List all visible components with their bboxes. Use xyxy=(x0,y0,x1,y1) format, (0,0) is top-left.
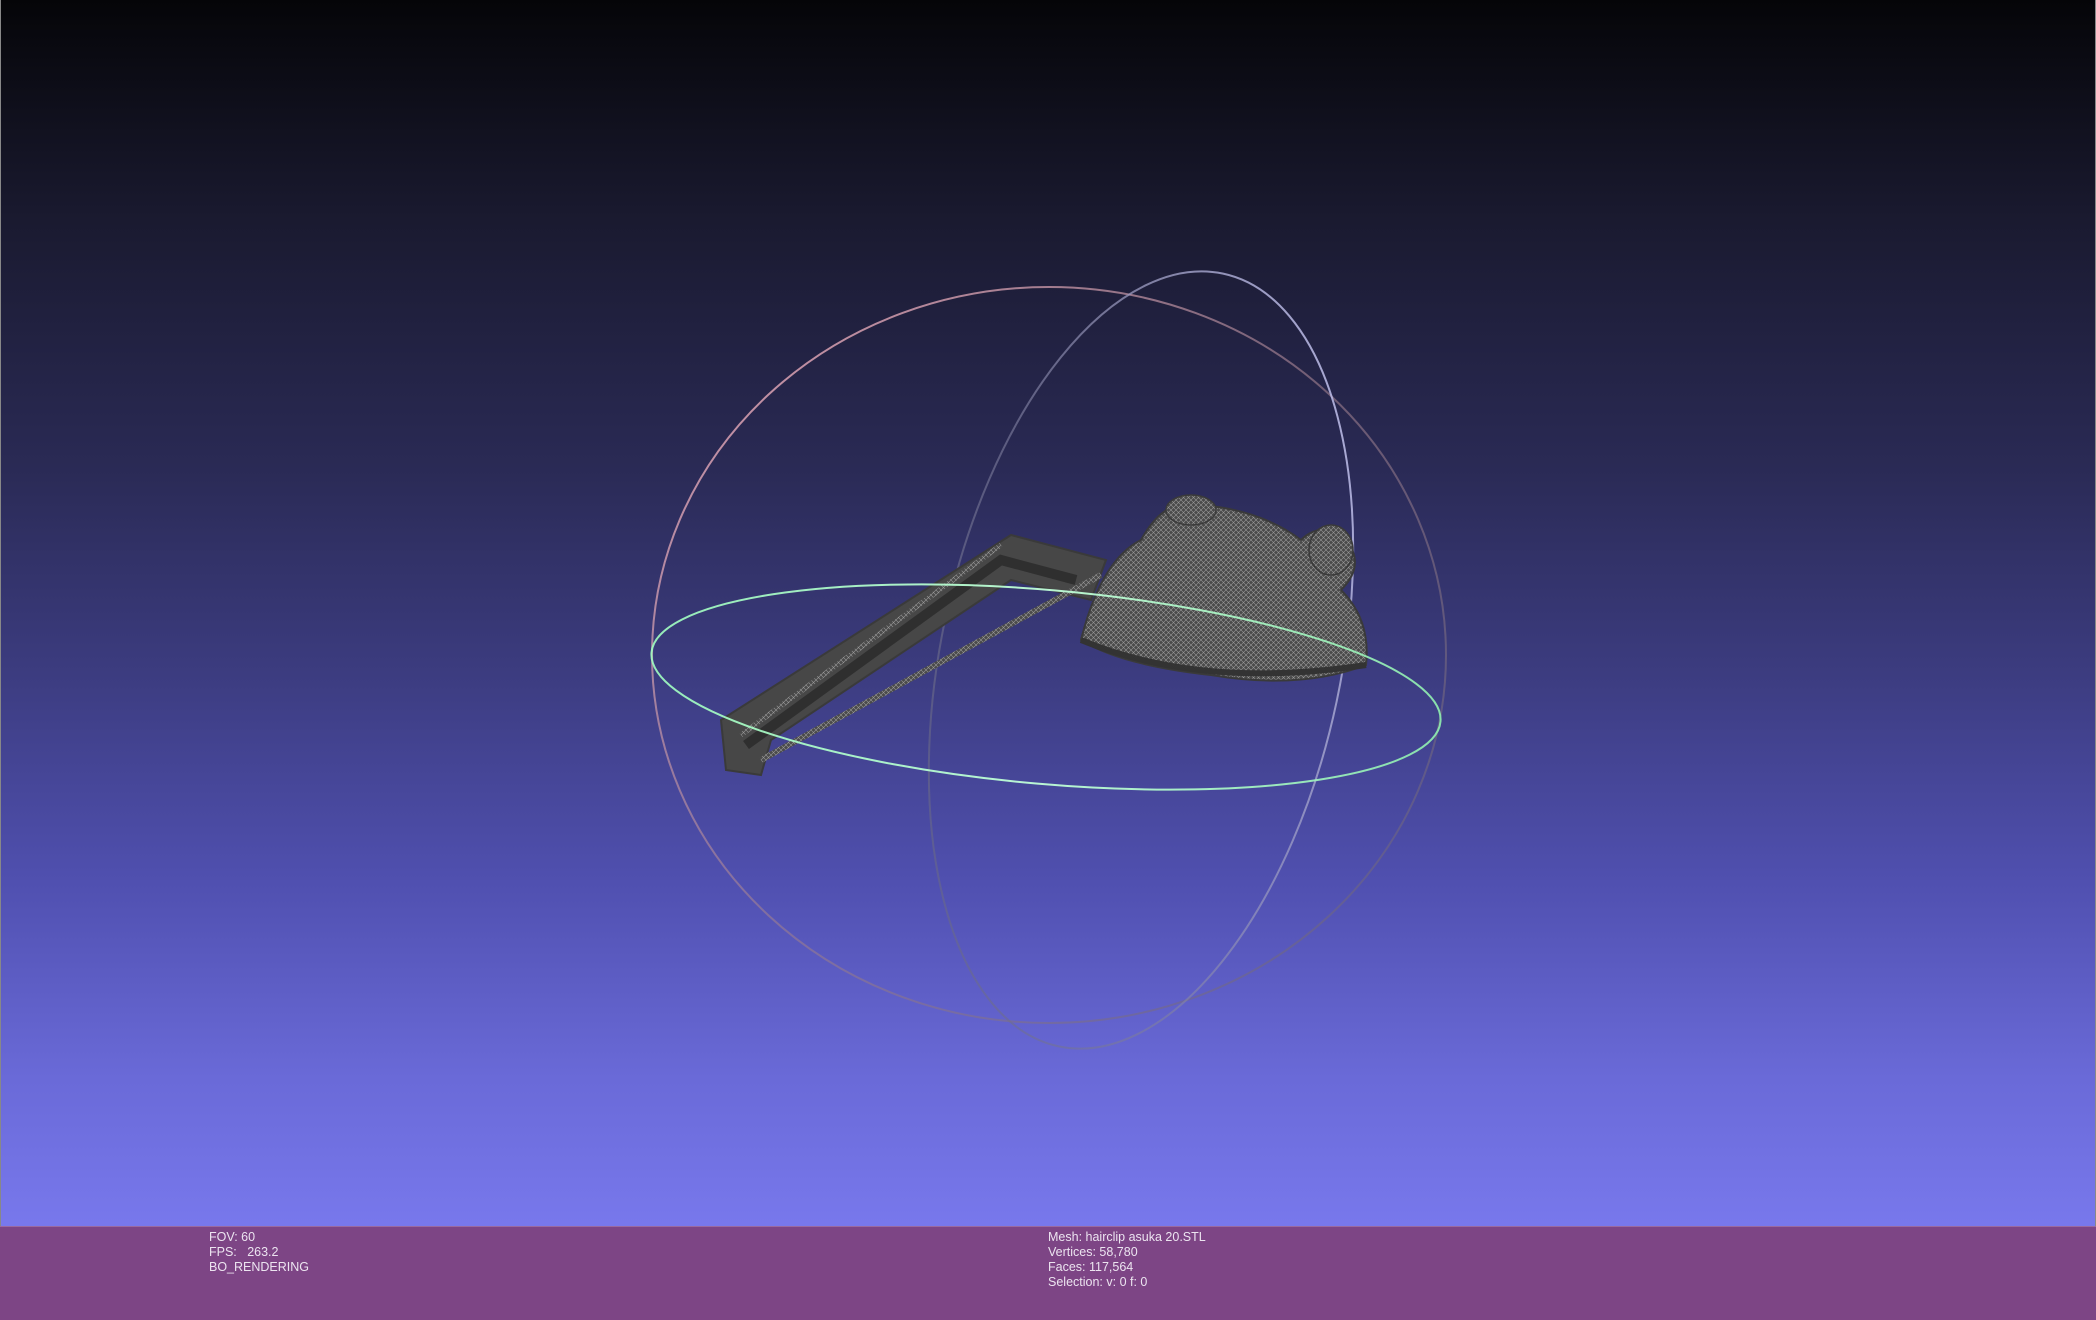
selection-label: Selection: v: 0 f: 0 xyxy=(1048,1275,1148,1289)
fov-label: FOV: 60 xyxy=(209,1230,256,1244)
fps-label: FPS: 263.2 xyxy=(209,1245,279,1259)
vertices-label: Vertices: 58,780 xyxy=(1048,1245,1138,1259)
faces-label: Faces: 117,564 xyxy=(1048,1260,1134,1274)
mesh-name-label: Mesh: hairclip asuka 20.STL xyxy=(1048,1230,1206,1244)
3d-viewport[interactable] xyxy=(0,0,2096,1226)
render-mode-label: BO_RENDERING xyxy=(209,1260,310,1274)
mesh-info: Mesh: hairclip asuka 20.STL Vertices: 58… xyxy=(1048,1230,1206,1290)
mesh-hairclip xyxy=(719,494,1368,777)
status-info-bar: FOV: 60 FPS: 263.2 BO_RENDERING Mesh: ha… xyxy=(0,1226,2096,1320)
trackball-scene[interactable] xyxy=(1,0,2096,1226)
render-info: FOV: 60 FPS: 263.2 BO_RENDERING xyxy=(209,1230,309,1275)
